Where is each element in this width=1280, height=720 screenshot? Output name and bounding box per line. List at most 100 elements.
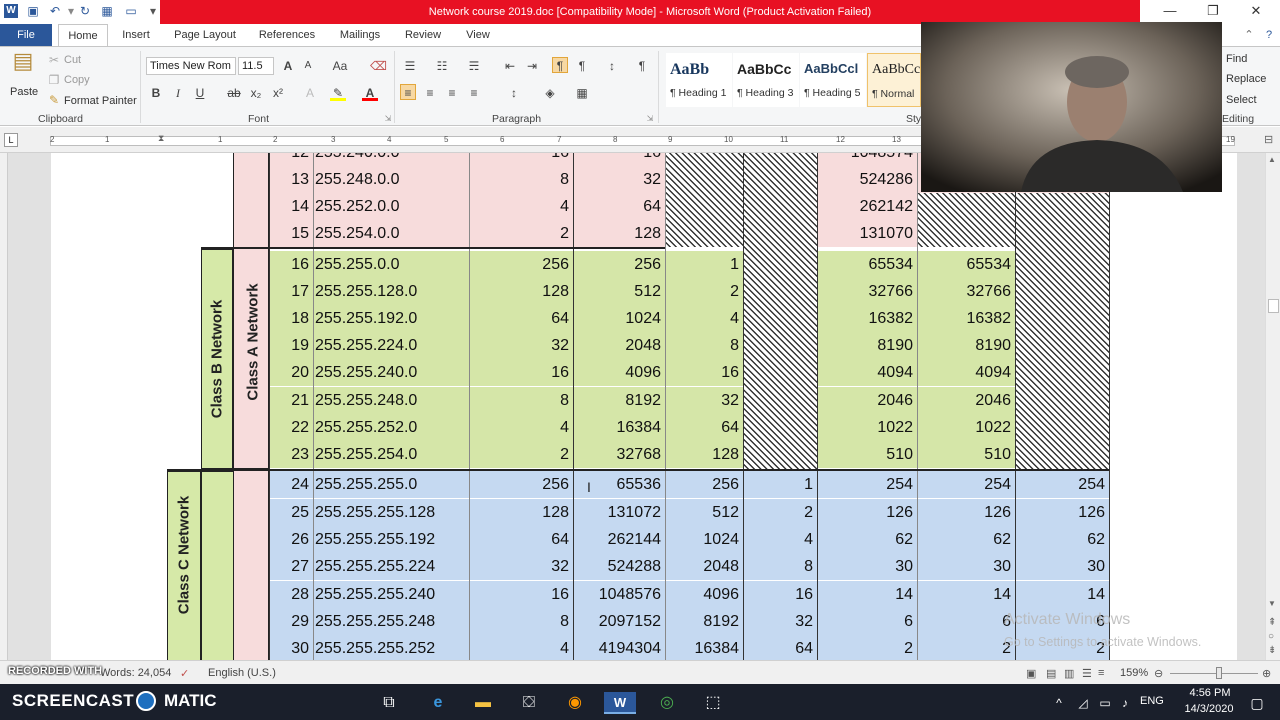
web-layout-icon[interactable]: ▥ — [1064, 667, 1074, 680]
clock-time[interactable]: 4:56 PM — [1180, 687, 1240, 699]
word-count[interactable]: Words: 24,054 — [100, 667, 171, 679]
style-normal[interactable]: AaBbCc ¶ Normal — [867, 53, 921, 107]
zoom-out-icon[interactable]: ⊖ — [1154, 667, 1163, 680]
align-right-icon[interactable]: ≡ — [444, 85, 460, 101]
select-button[interactable]: Select — [1226, 93, 1257, 107]
tab-insert[interactable]: Insert — [114, 24, 158, 46]
subscript-icon[interactable]: x₂ — [248, 85, 264, 101]
justify-icon[interactable]: ≡ — [466, 85, 482, 101]
font-name-dropdown[interactable]: Times New Rom — [146, 57, 236, 75]
print-layout-icon[interactable]: ▣ — [1026, 667, 1036, 680]
rtl-icon[interactable]: ¶ — [574, 58, 590, 74]
scroll-up-icon[interactable]: ▲ — [1268, 155, 1276, 164]
network-icon[interactable]: ◿ — [1072, 692, 1094, 714]
volume-icon[interactable]: ♪ — [1114, 692, 1136, 714]
vertical-ruler[interactable] — [0, 153, 8, 660]
ltr-icon[interactable]: ¶ — [552, 57, 568, 73]
outline-icon[interactable]: ☰ — [1082, 667, 1092, 680]
style-heading-1[interactable]: AaBb ¶ Heading 1 — [666, 53, 732, 107]
multilevel-list-icon[interactable]: ☴ — [466, 58, 482, 74]
paste-button[interactable]: Paste — [10, 85, 38, 99]
borders-icon[interactable]: ▦ — [574, 85, 590, 101]
sort-icon[interactable]: ↕ — [604, 58, 620, 74]
draft-icon[interactable]: ≡ — [1098, 667, 1104, 679]
battery-icon[interactable]: ▭ — [1094, 692, 1116, 714]
style-heading-3[interactable]: AaBbCc ¶ Heading 3 — [733, 53, 799, 107]
font-size-dropdown[interactable]: 11.5 — [238, 57, 274, 75]
vertical-scrollbar[interactable]: ▲ ▼ ⇞ ○ ⇟ — [1265, 153, 1280, 660]
bullets-icon[interactable]: ☰ — [402, 58, 418, 74]
tab-home[interactable]: Home — [58, 24, 108, 46]
zoom-level[interactable]: 159% — [1120, 667, 1148, 679]
browse-object-icon[interactable]: ○ — [1268, 631, 1274, 642]
proofing-icon[interactable]: ✓ — [180, 667, 189, 680]
document-page[interactable]: Class A Network Class B Network Class C … — [51, 153, 1237, 660]
table-icon[interactable]: ▦ — [100, 4, 114, 18]
increase-indent-icon[interactable]: ⇥ — [524, 58, 540, 74]
zoom-slider[interactable] — [1170, 673, 1258, 674]
help-icon[interactable]: ? — [1260, 24, 1278, 46]
line-spacing-icon[interactable]: ↕ — [506, 85, 522, 101]
store-icon[interactable]: ⛋ — [518, 692, 540, 714]
change-case-icon[interactable]: Aa — [332, 58, 348, 74]
show-marks-icon[interactable]: ¶ — [634, 58, 650, 74]
language-status[interactable]: English (U.S.) — [208, 667, 276, 679]
tab-mailings[interactable]: Mailings — [332, 24, 388, 46]
save-icon[interactable]: ▣ — [26, 4, 40, 18]
language-indicator[interactable]: ENG — [1140, 695, 1164, 707]
file-explorer-icon[interactable]: ▬ — [472, 692, 494, 714]
shading-icon[interactable]: ◈ — [542, 85, 558, 101]
undo-icon[interactable]: ↶ — [48, 4, 62, 18]
customize-qat-icon[interactable]: ▾ — [146, 4, 160, 18]
numbering-icon[interactable]: ☷ — [434, 58, 450, 74]
minimize-ribbon-icon[interactable]: ⌃ — [1240, 24, 1258, 46]
superscript-icon[interactable]: x² — [270, 85, 286, 101]
grow-font-icon[interactable]: A — [280, 58, 296, 74]
decrease-indent-icon[interactable]: ⇤ — [502, 58, 518, 74]
undo-dropdown-icon[interactable]: ▾ — [64, 4, 78, 18]
snipping-tool-icon[interactable]: ⬚ — [702, 692, 724, 714]
paste-icon[interactable]: ▤ — [12, 50, 34, 81]
font-color-icon[interactable]: A — [362, 85, 378, 101]
notifications-icon[interactable]: ▢ — [1246, 692, 1268, 714]
tab-view[interactable]: View — [458, 24, 498, 46]
cut-button[interactable]: Cut — [64, 53, 81, 67]
restore-button[interactable]: ❐ — [1203, 3, 1223, 21]
clock-date[interactable]: 14/3/2020 — [1176, 703, 1242, 715]
tab-references[interactable]: References — [252, 24, 322, 46]
copy-button[interactable]: Copy — [64, 73, 90, 87]
word-taskbar-icon[interactable]: W — [604, 692, 636, 714]
text-effects-icon[interactable]: A — [302, 85, 318, 101]
view-ruler-icon[interactable]: ⊟ — [1264, 133, 1278, 149]
align-left-icon[interactable]: ≡ — [400, 84, 416, 100]
open-icon[interactable]: ▭ — [124, 4, 138, 18]
minimize-button[interactable]: — — [1160, 3, 1180, 21]
scroll-thumb[interactable] — [1268, 299, 1279, 313]
scroll-down-icon[interactable]: ▼ — [1268, 599, 1276, 608]
paragraph-dialog-launcher-icon[interactable]: ⇲ — [642, 111, 658, 127]
tray-expand-icon[interactable]: ^ — [1048, 692, 1070, 714]
replace-button[interactable]: Replace — [1226, 72, 1266, 86]
task-view-icon[interactable]: ⧉ — [378, 692, 400, 714]
find-button[interactable]: Find — [1226, 52, 1247, 66]
close-button[interactable]: ✕ — [1246, 3, 1266, 21]
tab-review[interactable]: Review — [398, 24, 448, 46]
style-heading-5[interactable]: AaBbCcl ¶ Heading 5 — [800, 53, 866, 107]
format-painter-button[interactable]: Format Painter — [64, 94, 137, 108]
clear-formatting-icon[interactable]: ⌫ — [370, 58, 387, 74]
underline-icon[interactable]: U — [192, 85, 208, 101]
edge-icon[interactable]: e — [427, 692, 449, 714]
bold-icon[interactable]: B — [148, 85, 164, 101]
tab-page-layout[interactable]: Page Layout — [168, 24, 242, 46]
tab-selector-icon[interactable]: L — [4, 133, 18, 147]
zoom-in-icon[interactable]: ⊕ — [1262, 667, 1271, 680]
tab-file[interactable]: File — [0, 24, 52, 46]
italic-icon[interactable]: I — [170, 85, 186, 101]
chrome-canary-icon[interactable]: ◉ — [564, 692, 586, 714]
chrome-icon[interactable]: ◎ — [656, 692, 678, 714]
redo-icon[interactable]: ↻ — [78, 4, 92, 18]
highlight-icon[interactable]: ✎ — [330, 85, 346, 101]
previous-page-icon[interactable]: ⇞ — [1268, 617, 1276, 628]
strikethrough-icon[interactable]: ab — [226, 85, 242, 101]
zoom-slider-thumb[interactable] — [1216, 667, 1222, 679]
